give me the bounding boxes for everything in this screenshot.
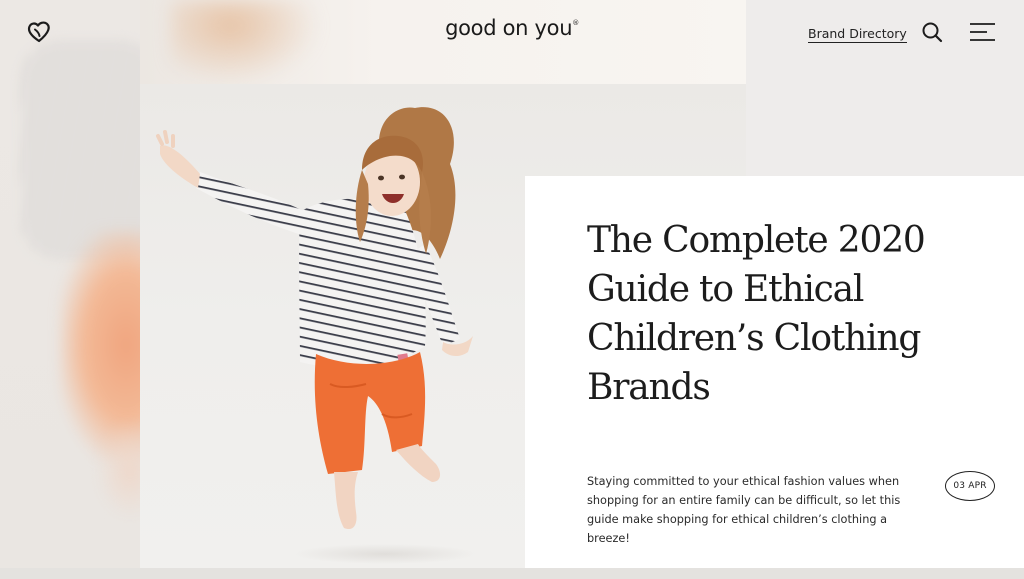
site-header: good on you® Brand Directory: [0, 0, 1024, 64]
brand-directory-link[interactable]: Brand Directory: [808, 26, 907, 43]
search-icon[interactable]: [921, 21, 943, 43]
registered-mark: ®: [572, 19, 579, 27]
blurred-shirt-shape: [20, 40, 150, 260]
article-excerpt: Staying committed to your ethical fashio…: [587, 475, 901, 545]
heart-logo-icon[interactable]: [26, 20, 52, 44]
blurred-background-left: [0, 0, 150, 579]
date-badge: 03 APR: [945, 471, 995, 501]
bottom-strip: [0, 568, 1024, 579]
wordmark-text: good on you: [445, 16, 573, 40]
hamburger-menu-icon[interactable]: [969, 22, 996, 42]
article-card[interactable]: The Complete 2020 Guide to Ethical Child…: [525, 176, 1024, 568]
article-title[interactable]: The Complete 2020 Guide to Ethical Child…: [587, 216, 967, 412]
site-wordmark[interactable]: good on you®: [444, 16, 580, 40]
date-text: 03 APR: [953, 481, 987, 491]
